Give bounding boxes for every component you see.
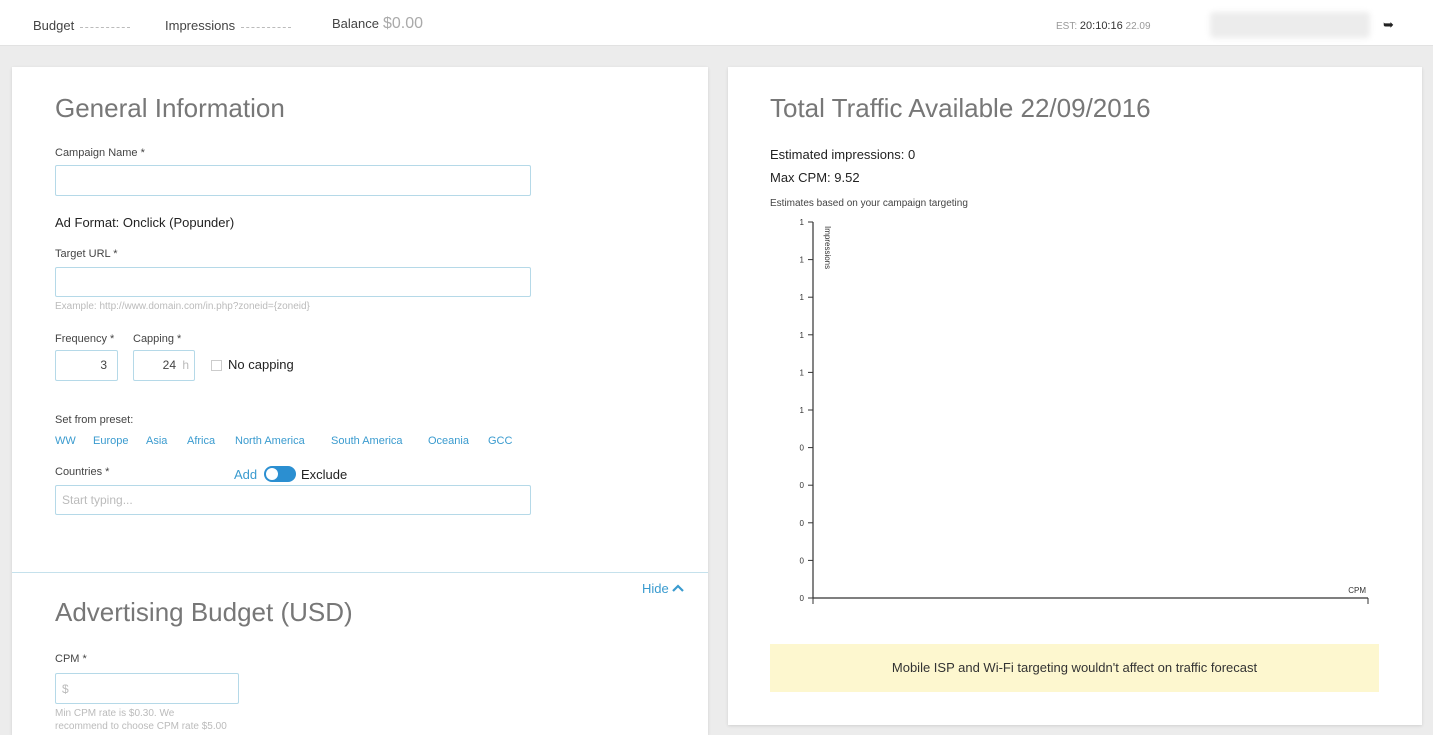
- balance-label: Balance: [332, 16, 379, 31]
- traffic-panel: Total Traffic Available 22/09/2016 Estim…: [728, 67, 1422, 725]
- impressions-placeholder: [241, 27, 292, 28]
- cpm-hint-line1: Min CPM rate is $0.30. We: [55, 708, 175, 719]
- cpm-input[interactable]: [55, 673, 239, 704]
- toggle-knob: [266, 468, 278, 480]
- impressions-label: Impressions: [165, 18, 236, 33]
- y-tick-label: 0: [800, 481, 805, 490]
- y-axis-label: Impressions: [823, 226, 832, 269]
- clock-label: EST:: [1056, 21, 1078, 32]
- traffic-chart: 1 1 1 1 1 1 0 0 0 0 0 Impressions CPM: [800, 218, 1369, 604]
- add-exclude-toggle[interactable]: [264, 466, 296, 482]
- campaign-name-label: Campaign Name *: [55, 147, 145, 159]
- preset-oceania[interactable]: Oceania: [428, 435, 469, 447]
- target-url-input[interactable]: [55, 267, 531, 297]
- y-tick-label: 1: [800, 331, 805, 340]
- preset-south-america[interactable]: South America: [331, 435, 403, 447]
- capping-unit: h: [182, 358, 189, 372]
- forecast-notice: Mobile ISP and Wi-Fi targeting wouldn't …: [770, 644, 1379, 692]
- preset-label: Set from preset:: [55, 414, 134, 426]
- max-cpm: Max CPM: 9.52: [770, 170, 860, 185]
- budget-title: Advertising Budget (USD): [55, 597, 353, 627]
- target-url-label: Target URL *: [55, 248, 118, 260]
- frequency-input[interactable]: 3: [55, 350, 118, 381]
- traffic-title: Total Traffic Available 22/09/2016: [770, 93, 1151, 123]
- y-tick-label: 1: [800, 406, 805, 415]
- cpm-hint-line2: recommend to choose CPM rate $5.00: [55, 721, 227, 732]
- user-account-blurred[interactable]: [1210, 12, 1370, 38]
- campaign-form-panel: General Information Campaign Name * Ad F…: [12, 67, 708, 735]
- balance-stat: Balance $0.00: [332, 15, 423, 33]
- ad-format-label: Ad Format: Onclick (Popunder): [55, 215, 235, 230]
- logout-icon[interactable]: ➥: [1383, 17, 1394, 33]
- y-tick-label: 0: [800, 519, 805, 528]
- estimated-impressions: Estimated impressions: 0: [770, 147, 916, 162]
- estimates-note: Estimates based on your campaign targeti…: [770, 198, 968, 209]
- impressions-stat: Impressions: [165, 18, 292, 33]
- exclude-option[interactable]: Exclude: [301, 467, 347, 482]
- budget-placeholder: [80, 27, 131, 28]
- countries-label: Countries *: [55, 466, 110, 478]
- capping-value: 24: [162, 358, 176, 372]
- preset-ww[interactable]: WW: [55, 435, 76, 447]
- preset-europe[interactable]: Europe: [93, 435, 128, 447]
- preset-africa[interactable]: Africa: [187, 435, 215, 447]
- y-tick-label: 1: [800, 256, 805, 265]
- y-tick-label: 1: [800, 293, 805, 302]
- y-tick-label: 0: [800, 556, 805, 565]
- general-info-title: General Information: [55, 93, 285, 123]
- hide-toggle[interactable]: Hide: [642, 581, 685, 596]
- cpm-label: CPM *: [55, 653, 87, 665]
- clock-date: 22.09: [1125, 21, 1151, 32]
- add-option[interactable]: Add: [234, 467, 257, 482]
- y-tick-label: 1: [800, 218, 805, 227]
- x-axis-label: CPM: [1348, 586, 1366, 595]
- no-capping-label: No capping: [228, 357, 294, 372]
- countries-input[interactable]: [55, 485, 531, 515]
- chevron-up-icon: [672, 584, 685, 592]
- y-tick-label: 0: [800, 444, 805, 453]
- preset-gcc[interactable]: GCC: [488, 435, 512, 447]
- frequency-label: Frequency *: [55, 333, 115, 345]
- balance-value: $0.00: [382, 15, 424, 32]
- preset-asia[interactable]: Asia: [146, 435, 167, 447]
- y-tick-label: 0: [800, 594, 805, 603]
- budget-stat: Budget: [33, 18, 131, 33]
- section-divider: [12, 572, 708, 573]
- no-capping-checkbox[interactable]: [211, 360, 222, 371]
- clock: EST: 20:10:16 22.09: [1056, 20, 1151, 32]
- clock-time: 20:10:16: [1079, 20, 1123, 32]
- top-bar: Budget Impressions Balance $0.00 EST: 20:…: [0, 0, 1433, 46]
- y-tick-label: 1: [800, 368, 805, 377]
- budget-label: Budget: [33, 18, 75, 33]
- target-url-example: Example: http://www.domain.com/in.php?zo…: [55, 301, 310, 312]
- campaign-name-input[interactable]: [55, 165, 531, 196]
- capping-label: Capping *: [133, 333, 182, 345]
- hide-label: Hide: [642, 581, 669, 596]
- preset-north-america[interactable]: North America: [235, 435, 305, 447]
- capping-input[interactable]: 24 h: [133, 350, 195, 381]
